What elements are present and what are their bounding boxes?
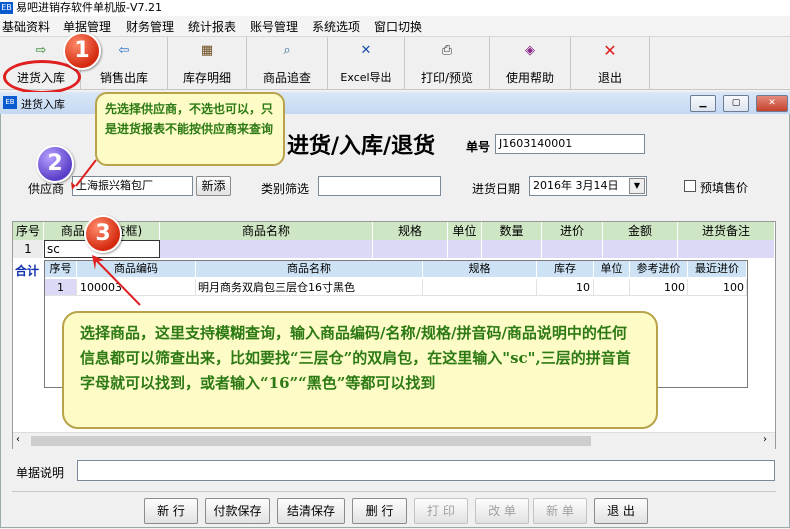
annotation-arrows (71, 159, 141, 306)
product-search-hint-callout: 选择商品，这里支持模糊查询，输入商品编码/名称/规格/拼音码/商品说明中的任何信… (62, 311, 658, 429)
arrow-to-supplier (75, 159, 97, 187)
step-badge-3: 3 (84, 215, 122, 253)
arrow-to-search (95, 259, 141, 306)
